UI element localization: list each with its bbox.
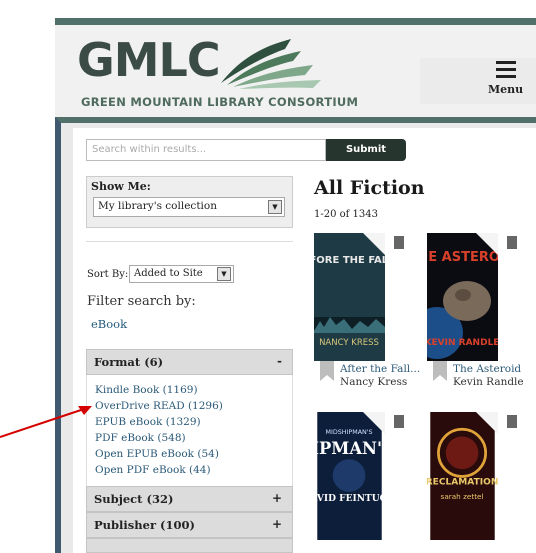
facet-item-overdrive-read[interactable]: OverDrive READ (1296) <box>95 400 223 412</box>
dropdown-arrow-icon[interactable]: ▼ <box>217 267 231 281</box>
page-curl-icon <box>476 233 498 255</box>
cover-text: MIDSHIPMAN'S HOPE <box>314 439 385 458</box>
show-me-label: Show Me: <box>91 180 151 193</box>
book-author[interactable]: Kevin Randle <box>453 376 524 388</box>
menu-label[interactable]: Menu <box>488 83 523 96</box>
facet-next[interactable] <box>86 538 293 553</box>
facet-title: Format (6) <box>94 355 164 369</box>
page-curl-icon <box>363 233 385 255</box>
hamburger-menu-icon[interactable] <box>496 61 516 82</box>
cover-author: sarah zettel <box>441 492 484 501</box>
bookmark-icon[interactable] <box>394 415 404 428</box>
expand-toggle-icon[interactable]: + <box>272 491 282 505</box>
book-card[interactable]: THE ASTEROID KEVIN RANDLE The Asteroid K… <box>427 233 527 393</box>
book-card[interactable]: RECLAMATION sarah zettel <box>427 412 527 553</box>
facet-format[interactable]: Format (6) - <box>86 349 293 375</box>
header-top-bar <box>55 18 536 25</box>
sort-select-value: Added to Site <box>134 268 203 279</box>
cover-text: AFTER THE FALL BEFORE THE FALL DURING TH… <box>314 255 385 266</box>
sort-select[interactable]: Added to Site ▼ <box>129 265 234 283</box>
facet-title: Publisher (100) <box>94 518 195 532</box>
active-filter-ebook[interactable]: eBook <box>91 317 127 331</box>
search-within-results-input[interactable]: Search within results... <box>86 139 326 161</box>
sidebar-divider <box>86 241 293 242</box>
logo-text[interactable]: GMLC <box>77 33 221 87</box>
facet-item-open-epub-ebook[interactable]: Open EPUB eBook (54) <box>95 448 219 460</box>
sort-by-label: Sort By: <box>87 269 129 280</box>
page-title: All Fiction <box>314 177 425 199</box>
collection-select[interactable]: My library's collection ▼ <box>93 197 285 217</box>
ribbon-bookmark-icon[interactable] <box>433 361 447 381</box>
filter-search-label: Filter search by: <box>87 294 196 309</box>
collection-select-value: My library's collection <box>98 200 217 212</box>
annotation-arrow-icon <box>0 406 92 438</box>
dropdown-arrow-icon[interactable]: ▼ <box>268 200 282 214</box>
submit-button[interactable]: Submit <box>326 139 406 161</box>
bookmark-icon[interactable] <box>507 415 517 428</box>
open-book-logo-icon <box>221 39 321 89</box>
site-header: GMLC GREEN MOUNTAIN LIBRARY CONSORTIUM M… <box>55 25 536 117</box>
facet-item-open-pdf-ebook[interactable]: Open PDF eBook (44) <box>95 464 211 476</box>
facet-subject[interactable]: Subject (32) + <box>86 486 293 512</box>
bookmark-icon[interactable] <box>507 236 517 249</box>
page-curl-icon <box>363 412 385 434</box>
expand-toggle-icon[interactable]: + <box>272 517 282 531</box>
book-title[interactable]: The Asteroid <box>453 363 521 375</box>
facet-item-pdf-ebook[interactable]: PDF eBook (548) <box>95 432 186 444</box>
facet-title: Subject (32) <box>94 492 174 506</box>
facet-publisher[interactable]: Publisher (100) + <box>86 512 293 538</box>
cover-author: DAVID FEINTUCH <box>314 493 385 504</box>
book-card[interactable]: MIDSHIPMAN'S MIDSHIPMAN'S HOPE DAVID FEI… <box>314 412 414 553</box>
facet-item-epub-ebook[interactable]: EPUB eBook (1329) <box>95 416 201 428</box>
format-facet-list: Kindle Book (1169) OverDrive READ (1296)… <box>86 375 293 486</box>
book-author[interactable]: Nancy Kress <box>340 376 407 388</box>
ribbon-bookmark-icon[interactable] <box>320 361 334 381</box>
results-count: 1-20 of 1343 <box>314 209 378 220</box>
show-me-panel: Show Me: My library's collection ▼ <box>86 176 293 228</box>
book-card[interactable]: AFTER THE FALL BEFORE THE FALL DURING TH… <box>314 233 420 393</box>
facet-item-kindle-book[interactable]: Kindle Book (1169) <box>95 384 198 396</box>
bookmark-icon[interactable] <box>394 236 404 249</box>
collapse-toggle-icon[interactable]: - <box>277 354 282 368</box>
logo-subtitle: GREEN MOUNTAIN LIBRARY CONSORTIUM <box>81 95 359 109</box>
cover-author: NANCY KRESS <box>319 338 379 348</box>
cover-text: RECLAMATION <box>427 478 498 488</box>
menu-button-area[interactable] <box>420 58 536 104</box>
book-title[interactable]: After the Fall... <box>340 363 420 375</box>
cover-author: KEVIN RANDLE <box>427 338 498 348</box>
page-curl-icon <box>476 412 498 434</box>
